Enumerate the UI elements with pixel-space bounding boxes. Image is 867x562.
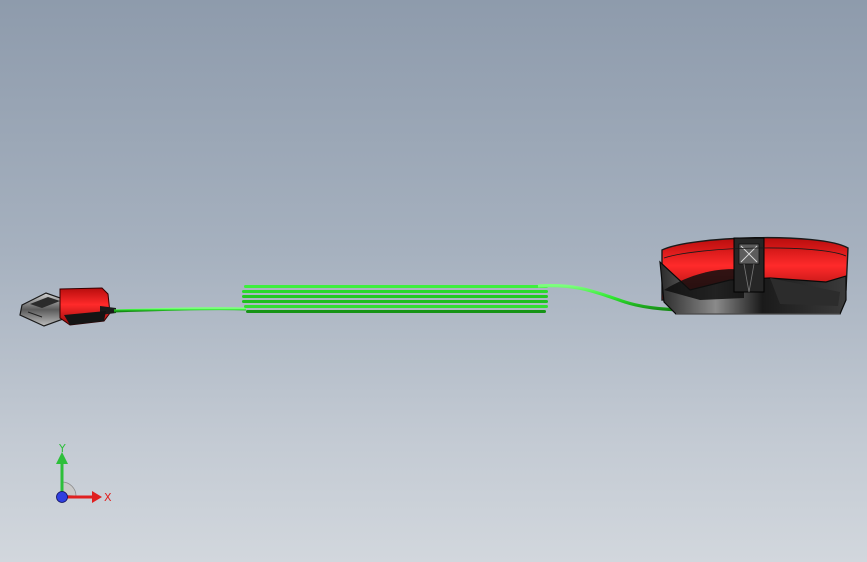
x-arrowhead-icon [92, 491, 102, 503]
z-axis-icon [56, 491, 68, 503]
coiled-cable[interactable] [113, 284, 754, 313]
coordinate-triad: Y X [56, 442, 112, 504]
graphics-viewport[interactable]: Y X [0, 0, 867, 562]
model-scene[interactable] [0, 0, 867, 562]
x-axis-label: X [104, 491, 112, 504]
y-axis-label: Y [58, 442, 66, 455]
mouse-body[interactable] [659, 236, 849, 315]
usb-connector[interactable] [19, 287, 116, 327]
